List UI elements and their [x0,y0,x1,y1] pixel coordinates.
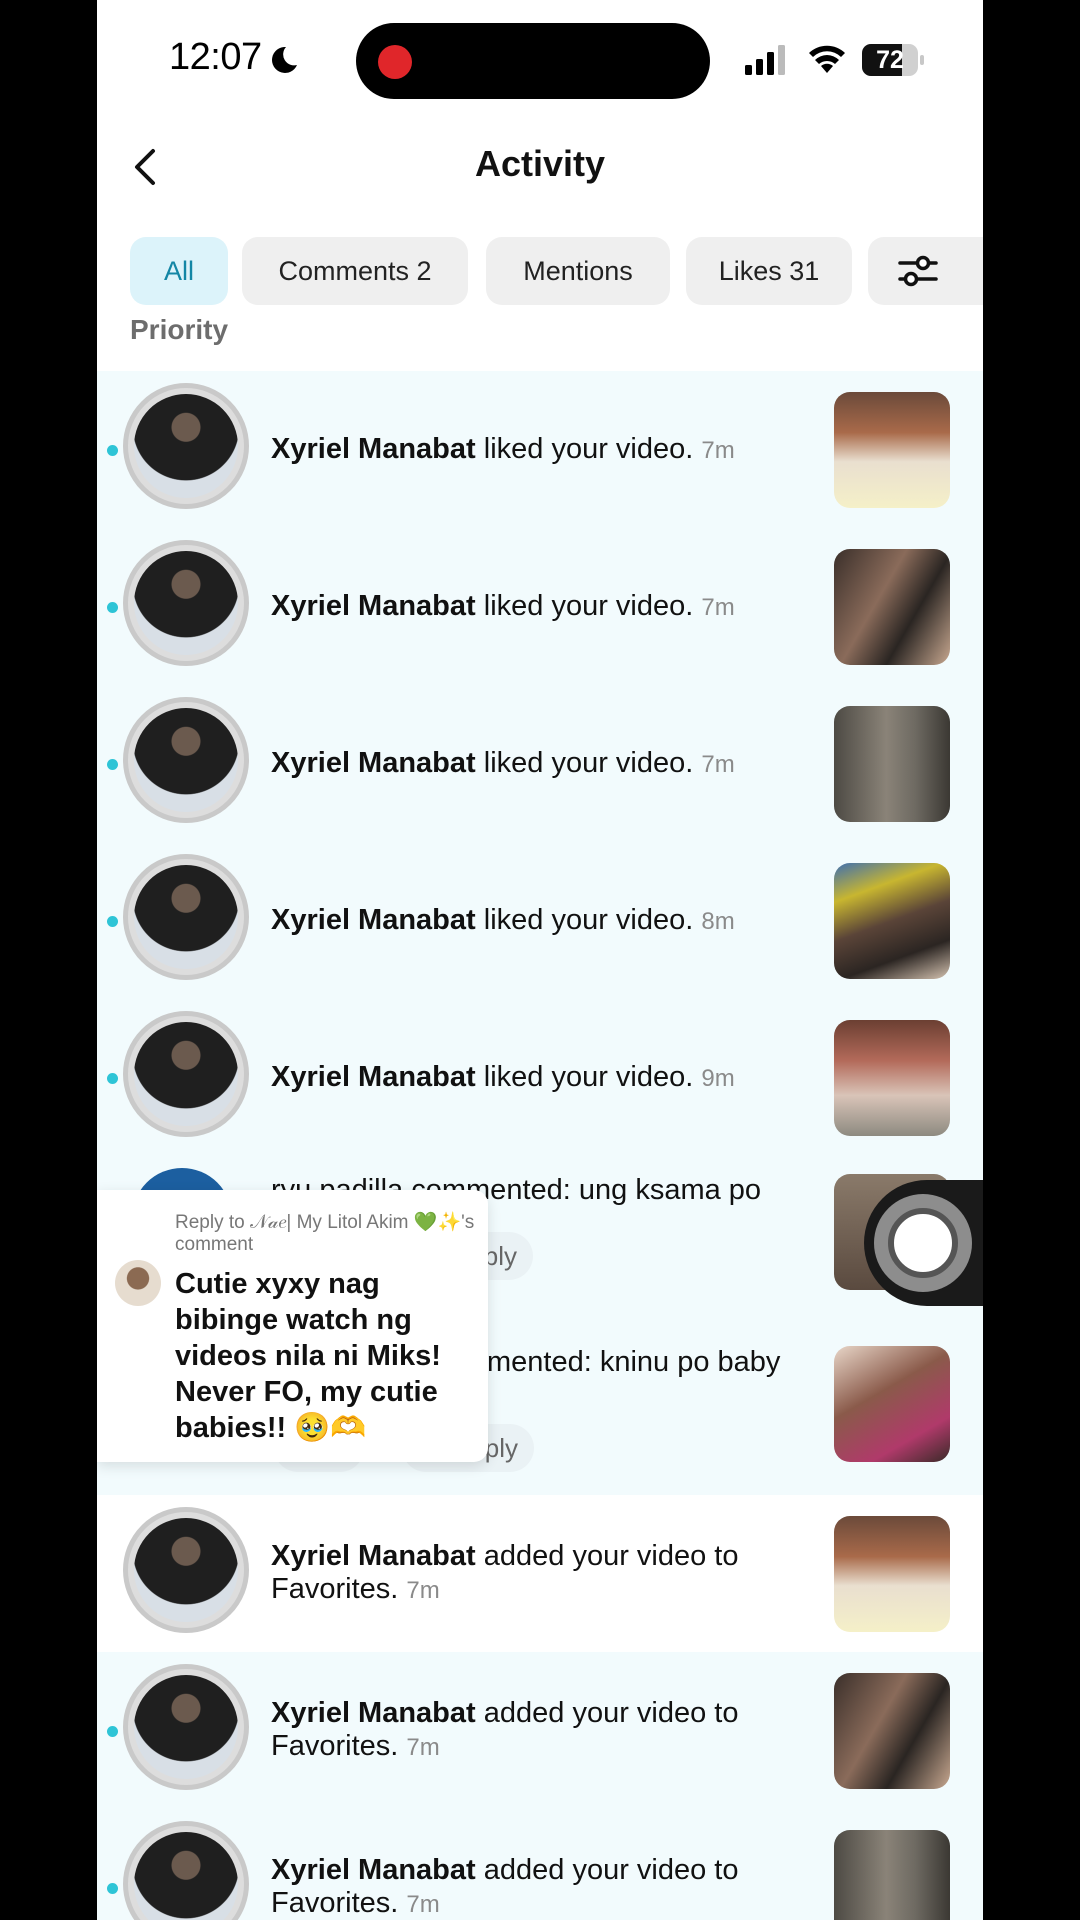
video-thumbnail[interactable] [834,1673,950,1789]
activity-text: liked your video. [483,432,694,465]
avatar[interactable] [123,1821,249,1920]
avatar [115,1260,161,1306]
screen-record-button[interactable] [864,1180,983,1306]
list-item[interactable]: Xyriel Manabat liked your video. 8m [97,842,983,999]
list-item[interactable]: Xyriel Manabat added your video to Favor… [97,1495,983,1652]
activity-text: liked your video. [483,903,694,936]
list-item[interactable]: Xyriel Manabat liked your video. 7m [97,528,983,685]
video-thumbnail[interactable] [834,392,950,508]
avatar[interactable] [123,1664,249,1790]
reply-overlay-card: Reply to 𝒩𝒶𝑒| My Litol Akim 💚✨'s comment… [97,1190,488,1462]
username[interactable]: Xyriel Manabat [271,590,476,622]
video-thumbnail[interactable] [834,549,950,665]
video-thumbnail[interactable] [834,1830,950,1920]
activity-text: liked your video. [483,746,694,779]
timestamp: 7m [701,593,735,621]
list-item[interactable]: Xyriel Manabat added your video to Favor… [97,1652,983,1809]
screen: 12:07 72 Activity All Comments 2 Mention… [97,0,983,1920]
comment-text: mented: kninu po baby [487,1346,781,1378]
dynamic-island [356,23,710,99]
timestamp: 7m [406,1577,440,1604]
video-thumbnail[interactable] [834,706,950,822]
avatar[interactable] [123,1507,249,1633]
wifi-icon [809,45,845,73]
battery-icon: 72 [862,44,926,76]
unread-dot [107,759,118,770]
tab-likes[interactable]: Likes 31 [686,237,852,305]
activity-text: liked your video. [483,1060,694,1093]
list-item[interactable]: Xyriel Manabat liked your video. 7m [97,685,983,842]
timestamp: 7m [701,436,735,464]
username[interactable]: Xyriel Manabat [271,1540,476,1572]
username[interactable]: Xyriel Manabat [271,1854,476,1886]
username[interactable]: Xyriel Manabat [271,747,476,779]
battery-percent: 72 [876,46,904,74]
username[interactable]: Xyriel Manabat [271,433,476,465]
unread-dot [107,1726,118,1737]
unread-dot [107,916,118,927]
timestamp: 7m [406,1891,440,1918]
reply-subtitle: Reply to 𝒩𝒶𝑒| My Litol Akim 💚✨'s comment [175,1212,475,1255]
username[interactable]: Xyriel Manabat [271,1061,476,1093]
timestamp: 7m [701,750,735,778]
tab-comments[interactable]: Comments 2 [242,237,468,305]
username[interactable]: Xyriel Manabat [271,904,476,936]
list-item[interactable]: Xyriel Manabat liked your video. 7m [97,371,983,528]
page-title: Activity [474,143,606,184]
video-thumbnail[interactable] [834,1346,950,1462]
unread-dot [107,1073,118,1084]
timestamp: 9m [701,1064,735,1092]
unread-dot [107,445,118,456]
activity-text: liked your video. [483,589,694,622]
avatar[interactable] [123,854,249,980]
recording-icon [378,45,412,79]
username[interactable]: Xyriel Manabat [271,1697,476,1729]
avatar[interactable] [123,1011,249,1137]
unread-dot [107,1883,118,1894]
avatar[interactable] [123,697,249,823]
video-thumbnail[interactable] [834,1020,950,1136]
unread-dot [107,602,118,613]
moon-icon [272,46,297,73]
filter-icon[interactable] [897,250,939,292]
avatar[interactable] [123,540,249,666]
timestamp: 8m [701,907,735,935]
timestamp: 7m [406,1734,440,1761]
video-thumbnail[interactable] [834,1516,950,1632]
video-thumbnail[interactable] [834,863,950,979]
signal-icon [745,45,785,75]
list-item[interactable]: Xyriel Manabat liked your video. 9m [97,999,983,1156]
section-label: Priority [130,314,229,345]
avatar[interactable] [123,383,249,509]
list-item[interactable]: Xyriel Manabat added your video to Favor… [97,1809,983,1920]
status-time: 12:07 [169,36,262,78]
reply-text: Cutie xyxy nag bibinge watch ng videos n… [175,1268,441,1444]
tab-mentions[interactable]: Mentions [486,237,670,305]
tab-all[interactable]: All [130,237,228,305]
